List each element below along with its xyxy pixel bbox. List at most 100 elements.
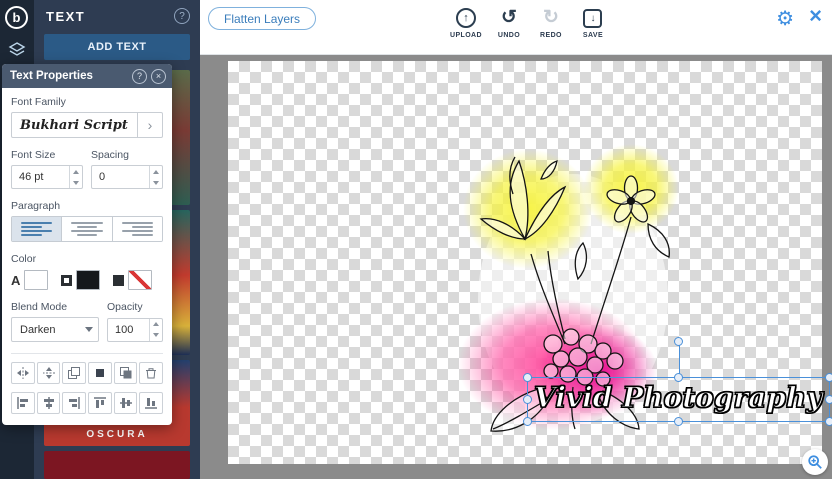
text-color-swatch[interactable] bbox=[24, 270, 49, 290]
flip-horizontal-button[interactable] bbox=[11, 362, 35, 384]
toolbar-actions: ↑ UPLOAD ↺ UNDO ↻ REDO ↓ SAVE bbox=[450, 7, 608, 40]
step-down-icon[interactable] bbox=[70, 177, 82, 188]
font-family-browse-button[interactable]: › bbox=[138, 112, 163, 138]
sidebar-title: TEXT bbox=[46, 9, 86, 24]
align-center-button[interactable] bbox=[61, 217, 112, 241]
panel-close-icon[interactable]: × bbox=[151, 68, 166, 84]
align-objects-center-h-button[interactable] bbox=[36, 392, 61, 414]
flip-vertical-button[interactable] bbox=[36, 362, 61, 384]
align-objects-left-button[interactable] bbox=[11, 392, 35, 414]
selection-handle[interactable] bbox=[523, 417, 532, 426]
selection-handle[interactable] bbox=[825, 417, 832, 426]
opacity-label: Opacity bbox=[107, 301, 143, 313]
redo-icon: ↻ bbox=[543, 7, 559, 28]
duplicate-button[interactable] bbox=[113, 362, 138, 384]
save-label: SAVE bbox=[582, 32, 604, 39]
step-down-icon[interactable] bbox=[150, 330, 162, 341]
settings-gear-icon[interactable]: ⚙ bbox=[776, 6, 794, 31]
panel-header[interactable]: Text Properties ? × bbox=[2, 64, 172, 88]
layers-tool-button[interactable] bbox=[7, 40, 27, 60]
selection-handle[interactable] bbox=[825, 395, 832, 404]
text-layer-selection[interactable]: Vivid Photography bbox=[523, 337, 832, 426]
opacity-input[interactable]: 100 bbox=[107, 317, 163, 342]
spacing-input[interactable]: 0 bbox=[91, 165, 163, 189]
redo-label: REDO bbox=[540, 32, 562, 39]
zoom-button[interactable] bbox=[802, 449, 828, 475]
trash-icon bbox=[146, 368, 157, 379]
panel-divider bbox=[11, 353, 163, 354]
background-color-swatch[interactable] bbox=[128, 270, 153, 290]
panel-help-icon[interactable]: ? bbox=[132, 68, 147, 84]
rotate-handle[interactable] bbox=[674, 337, 683, 346]
undo-button[interactable]: ↺ UNDO bbox=[494, 7, 524, 40]
outline-color-control[interactable] bbox=[61, 270, 101, 290]
align-objects-middle-button[interactable] bbox=[113, 392, 138, 414]
align-objects-top-button[interactable] bbox=[88, 392, 112, 414]
chevron-down-icon bbox=[80, 323, 98, 336]
font-family-input[interactable]: Bukhari Script bbox=[11, 112, 138, 138]
add-text-button[interactable]: ADD TEXT bbox=[44, 34, 190, 60]
align-right-icon bbox=[121, 222, 153, 224]
selection-handle[interactable] bbox=[523, 373, 532, 382]
panel-title: Text Properties bbox=[10, 70, 93, 82]
font-size-input[interactable]: 46 pt bbox=[11, 165, 83, 189]
flatten-layers-button[interactable]: Flatten Layers bbox=[208, 7, 317, 30]
outline-color-icon bbox=[61, 274, 73, 286]
opacity-stepper[interactable] bbox=[149, 318, 162, 341]
align-objects-middle-icon bbox=[119, 398, 132, 408]
upload-button[interactable]: ↑ UPLOAD bbox=[450, 7, 482, 39]
step-up-icon[interactable] bbox=[150, 166, 162, 177]
blend-mode-select[interactable]: Darken bbox=[11, 317, 99, 342]
background-color-control[interactable] bbox=[113, 270, 153, 290]
align-objects-top-icon bbox=[93, 397, 106, 408]
upload-icon: ↑ bbox=[455, 8, 476, 28]
sidebar-help-icon[interactable]: ? bbox=[174, 8, 190, 24]
magnifier-plus-icon bbox=[808, 455, 822, 469]
blend-mode-label: Blend Mode bbox=[11, 301, 68, 313]
canvas[interactable]: Vivid Photography bbox=[228, 61, 832, 464]
font-size-label: Font Size bbox=[11, 149, 56, 161]
duplicate-icon bbox=[119, 367, 132, 379]
color-label: Color bbox=[11, 253, 37, 265]
selection-handle[interactable] bbox=[825, 373, 832, 382]
selection-handle[interactable] bbox=[523, 395, 532, 404]
paragraph-label: Paragraph bbox=[11, 200, 61, 212]
send-backward-icon bbox=[95, 369, 104, 377]
send-backward-button[interactable] bbox=[88, 362, 112, 384]
delete-button[interactable] bbox=[139, 362, 164, 384]
font-size-value: 46 pt bbox=[19, 171, 44, 183]
font-size-stepper[interactable] bbox=[69, 166, 82, 188]
align-objects-right-button[interactable] bbox=[62, 392, 87, 414]
text-color-icon: A bbox=[11, 272, 21, 288]
step-up-icon[interactable] bbox=[70, 166, 82, 177]
align-objects-bottom-icon bbox=[145, 398, 158, 409]
flip-vertical-icon bbox=[42, 367, 55, 379]
redo-button[interactable]: ↻ REDO bbox=[536, 7, 566, 40]
selection-handle[interactable] bbox=[674, 417, 683, 426]
spacing-stepper[interactable] bbox=[149, 166, 162, 188]
align-objects-right-icon bbox=[69, 397, 80, 409]
outline-color-swatch[interactable] bbox=[76, 270, 101, 290]
text-properties-panel: Text Properties ? × Font Family Bukhari … bbox=[2, 64, 172, 425]
align-objects-center-h-icon bbox=[43, 397, 54, 409]
opacity-value: 100 bbox=[115, 323, 134, 336]
align-right-button[interactable] bbox=[111, 217, 162, 241]
text-color-control[interactable]: A bbox=[11, 270, 49, 290]
align-left-icon bbox=[21, 222, 53, 224]
spacing-value: 0 bbox=[99, 171, 106, 183]
align-left-button[interactable] bbox=[12, 217, 62, 241]
close-editor-icon[interactable]: × bbox=[809, 3, 822, 29]
app-logo[interactable]: b bbox=[5, 6, 28, 29]
canvas-text-layer[interactable]: Vivid Photography bbox=[533, 380, 823, 414]
bring-forward-button[interactable] bbox=[62, 362, 87, 384]
thumbnail-caption: OSCURA bbox=[86, 429, 148, 440]
text-template-thumbnail[interactable] bbox=[44, 451, 190, 479]
spacing-label: Spacing bbox=[91, 149, 129, 161]
align-objects-bottom-button[interactable] bbox=[139, 392, 164, 414]
step-down-icon[interactable] bbox=[150, 177, 162, 188]
blend-mode-value: Darken bbox=[20, 323, 56, 336]
save-button[interactable]: ↓ SAVE bbox=[578, 7, 608, 39]
step-up-icon[interactable] bbox=[150, 319, 162, 330]
background-color-icon bbox=[113, 274, 125, 286]
undo-label: UNDO bbox=[497, 32, 521, 39]
